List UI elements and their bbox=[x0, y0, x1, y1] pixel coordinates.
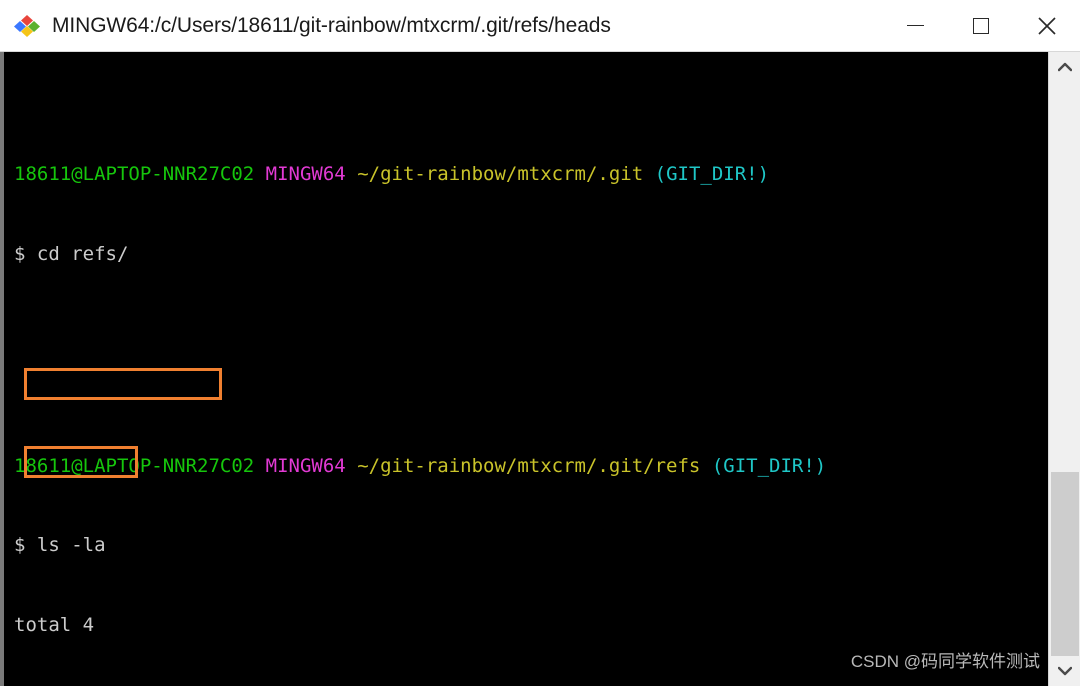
prompt-git-marker: (GIT_DIR!) bbox=[654, 163, 770, 185]
mingw-diamond-icon bbox=[14, 13, 40, 39]
command-ls-la-1: ls -la bbox=[36, 534, 106, 556]
prompt-line-1: 18611@LAPTOP-NNR27C02 MINGW64 ~/git-rain… bbox=[14, 161, 1048, 188]
scrollbar-thumb[interactable] bbox=[1051, 472, 1079, 656]
prompt-line-2: 18611@LAPTOP-NNR27C02 MINGW64 ~/git-rain… bbox=[14, 453, 1048, 480]
close-icon bbox=[1037, 16, 1057, 36]
prompt-git-marker: (GIT_DIR!) bbox=[711, 454, 827, 477]
title-bar[interactable]: MINGW64:/c/Users/18611/git-rainbow/mtxcr… bbox=[0, 0, 1080, 52]
command-cd-refs: cd refs/ bbox=[36, 242, 129, 265]
scroll-up-button[interactable] bbox=[1049, 52, 1080, 82]
minimize-icon bbox=[906, 24, 924, 27]
close-button[interactable] bbox=[1014, 0, 1080, 52]
prompt-path: ~/git-rainbow/mtxcrm/.git bbox=[357, 163, 644, 185]
terminal-body[interactable]: 18611@LAPTOP-NNR27C02 MINGW64 ~/git-rain… bbox=[0, 52, 1080, 686]
chevron-down-icon bbox=[1057, 666, 1072, 676]
minimize-button[interactable] bbox=[882, 0, 948, 52]
scroll-down-button[interactable] bbox=[1049, 656, 1080, 686]
prompt-user-host: 18611@LAPTOP-NNR27C02 bbox=[14, 163, 255, 185]
prompt-path: ~/git-rainbow/mtxcrm/.git/refs bbox=[357, 454, 701, 477]
prompt-symbol: $ bbox=[14, 242, 26, 265]
mingw64-terminal-window: MINGW64:/c/Users/18611/git-rainbow/mtxcr… bbox=[0, 0, 1080, 686]
command-line-ls-la-1: $ ls -la bbox=[14, 532, 1048, 559]
total-text: total 4 bbox=[14, 613, 95, 636]
window-controls bbox=[882, 0, 1080, 52]
prompt-user-host: 18611@LAPTOP-NNR27C02 bbox=[14, 454, 255, 477]
maximize-button[interactable] bbox=[948, 0, 1014, 52]
command-line-cd-refs: $ cd refs/ bbox=[14, 241, 1048, 268]
prompt-shell: MINGW64 bbox=[265, 454, 346, 477]
listing-total-refs: total 4 bbox=[14, 612, 1048, 639]
prompt-symbol: $ bbox=[14, 534, 26, 556]
prompt-space-3 bbox=[643, 163, 654, 185]
title-bar-left: MINGW64:/c/Users/18611/git-rainbow/mtxcr… bbox=[0, 13, 882, 39]
terminal-screen[interactable]: 18611@LAPTOP-NNR27C02 MINGW64 ~/git-rain… bbox=[4, 52, 1048, 686]
maximize-icon bbox=[973, 17, 989, 34]
vertical-scrollbar[interactable] bbox=[1048, 52, 1080, 686]
chevron-up-icon bbox=[1057, 62, 1072, 72]
prompt-space-2 bbox=[346, 163, 357, 185]
prompt-shell: MINGW64 bbox=[265, 163, 346, 185]
window-title: MINGW64:/c/Users/18611/git-rainbow/mtxcr… bbox=[52, 13, 611, 37]
